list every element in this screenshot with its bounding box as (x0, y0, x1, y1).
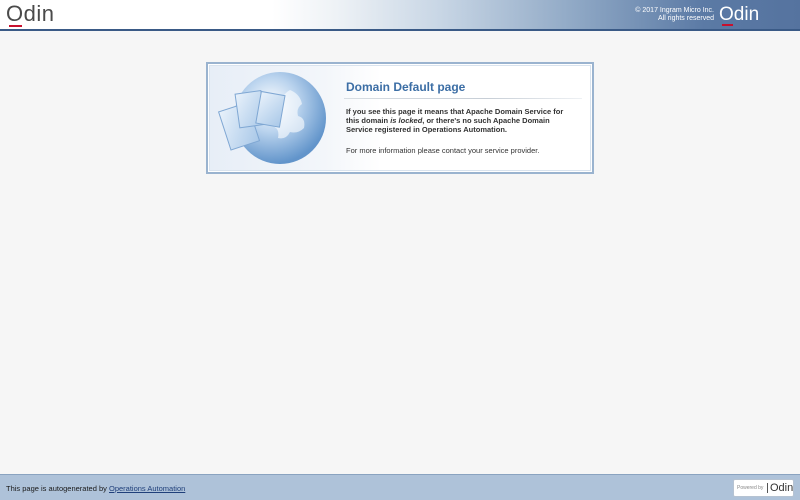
card-inner: Domain Default page If you see this page… (209, 65, 591, 171)
locked-message-emphasis: is locked (390, 116, 423, 125)
footer: This page is autogenerated by Operations… (0, 474, 800, 500)
powered-by-badge: Powered by Odin (733, 479, 794, 497)
header: Odin © 2017 Ingram Micro Inc. All rights… (0, 0, 800, 31)
contact-provider-message: For more information please contact your… (346, 146, 540, 155)
powered-by-odin-logo: Odin (770, 482, 794, 494)
operations-automation-link[interactable]: Operations Automation (109, 484, 185, 493)
globe-with-documents-icon (217, 72, 326, 164)
copyright: © 2017 Ingram Micro Inc. All rights rese… (635, 7, 714, 23)
footer-text: This page is autogenerated by Operations… (6, 484, 185, 493)
title-divider (344, 98, 582, 99)
odin-logo-header-right: Odin (719, 4, 759, 26)
powered-by-label: Powered by (737, 485, 764, 491)
page-title: Domain Default page (346, 80, 466, 94)
odin-logo-right-text: Odin (719, 4, 760, 25)
logo-underline (9, 25, 22, 27)
powered-by-separator (767, 483, 768, 493)
copyright-line-2: All rights reserved (657, 15, 714, 22)
domain-default-card: Domain Default page If you see this page… (206, 62, 594, 174)
locked-message: If you see this page it means that Apach… (346, 107, 572, 134)
odin-logo-text: Odin (6, 1, 55, 26)
footer-autogenerated-text: This page is autogenerated by (6, 484, 107, 493)
copyright-line-1: © 2017 Ingram Micro Inc. (635, 7, 714, 14)
logo-right-underline (722, 24, 733, 26)
odin-logo: Odin (6, 1, 55, 27)
